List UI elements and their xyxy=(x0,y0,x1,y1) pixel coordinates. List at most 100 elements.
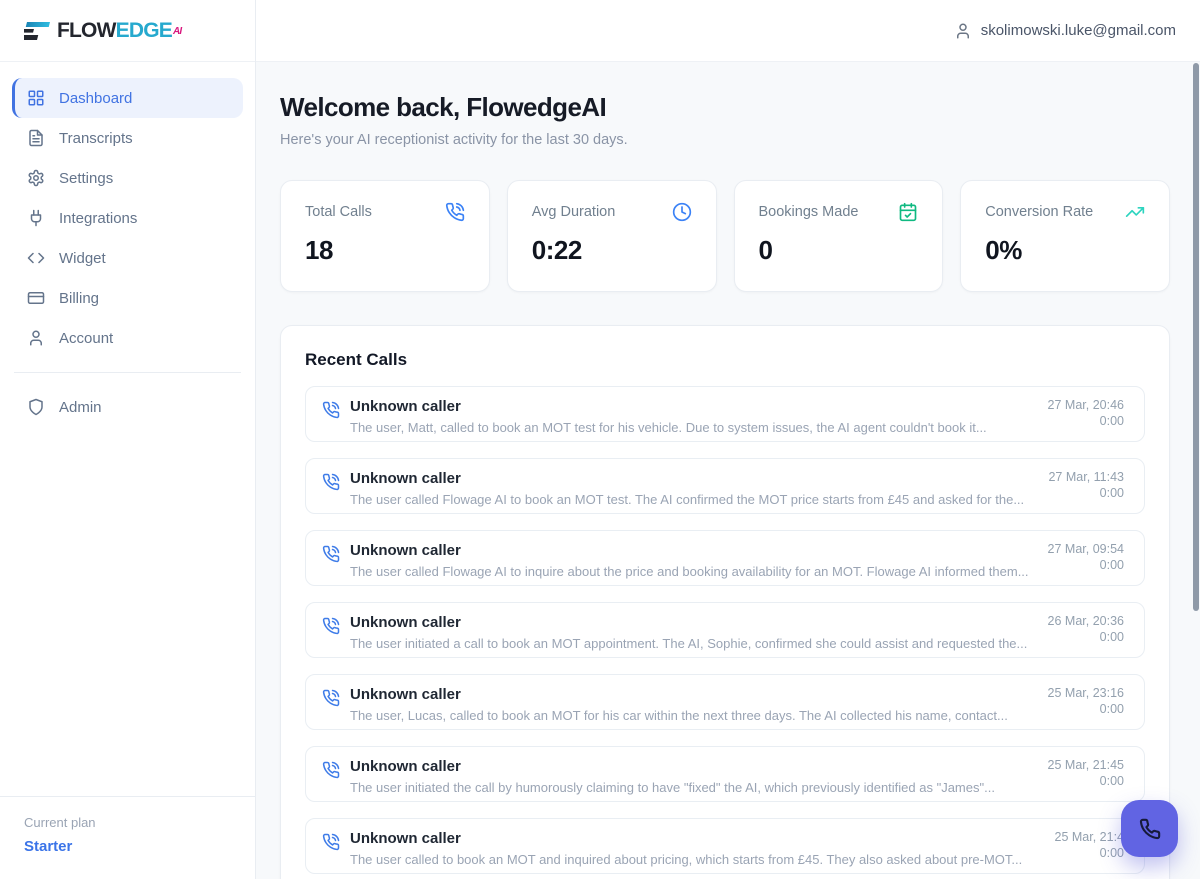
call-duration: 0:00 xyxy=(1099,414,1124,428)
main-content: Welcome back, FlowedgeAI Here's your AI … xyxy=(256,62,1200,879)
gear-icon xyxy=(27,169,45,187)
phone-call-icon xyxy=(322,401,340,419)
call-list-item[interactable]: Unknown caller The user, Lucas, called t… xyxy=(305,674,1145,730)
sidebar-item-label: Transcripts xyxy=(59,129,133,147)
call-list-item[interactable]: Unknown caller The user, Matt, called to… xyxy=(305,386,1145,442)
call-meta: 27 Mar, 20:46 0:00 xyxy=(1048,397,1124,429)
stat-value: 0% xyxy=(985,235,1022,265)
call-description: The user called Flowage AI to inquire ab… xyxy=(350,564,1029,579)
flowedge-logo-icon xyxy=(24,20,50,42)
phone-call-icon xyxy=(322,833,340,851)
call-duration: 0:00 xyxy=(1099,846,1124,860)
phone-call-icon xyxy=(322,545,340,563)
call-item-body: Unknown caller The user, Matt, called to… xyxy=(350,397,1032,435)
call-list-item[interactable]: Unknown caller The user called Flowage A… xyxy=(305,530,1145,586)
sidebar-item-label: Account xyxy=(59,329,114,347)
call-description: The user, Matt, called to book an MOT te… xyxy=(350,420,987,435)
call-list-item[interactable]: Unknown caller The user called Flowage A… xyxy=(305,458,1145,514)
call-date: 27 Mar, 20:46 xyxy=(1047,398,1124,412)
stat-label: Total Calls xyxy=(305,204,372,220)
vertical-scrollbar[interactable] xyxy=(1193,63,1199,611)
sidebar-item-label: Dashboard xyxy=(59,89,133,107)
clock-icon xyxy=(672,202,692,222)
stat-label: Bookings Made xyxy=(758,204,859,220)
stat-card-total-calls: Total Calls 18 xyxy=(280,180,490,292)
call-description: The user initiated a call to book an MOT… xyxy=(350,636,1028,651)
call-date: 25 Mar, 21:4 xyxy=(1054,830,1125,844)
flowedge-logo[interactable]: FLOW EDGE AI xyxy=(24,18,182,42)
call-date: 27 Mar, 09:54 xyxy=(1047,542,1124,556)
call-meta: 25 Mar, 21:4 0:00 xyxy=(1055,829,1125,861)
stat-card-avg-duration: Avg Duration 0:22 xyxy=(506,180,717,292)
current-plan-link[interactable]: Starter xyxy=(24,838,231,855)
dashboard-grid-icon xyxy=(27,89,45,107)
call-meta: 27 Mar, 11:43 0:00 xyxy=(1048,469,1124,501)
call-description: The user initiated the call by humorousl… xyxy=(350,780,995,795)
call-item-body: Unknown caller The user initiated the ca… xyxy=(350,757,1032,795)
page-title: Welcome back, FlowedgeAI xyxy=(280,92,607,122)
recent-calls-title: Recent Calls xyxy=(305,350,408,369)
sidebar-item-label: Widget xyxy=(59,249,106,267)
stat-label: Conversion Rate xyxy=(985,204,1094,220)
plan-section: Current plan Starter xyxy=(0,796,255,879)
call-meta: 26 Mar, 20:36 0:00 xyxy=(1048,613,1124,645)
logo-wordmark: FLOW EDGE AI xyxy=(57,18,182,42)
sidebar-item-label: Settings xyxy=(59,169,114,187)
phone-call-icon xyxy=(322,617,340,635)
recent-calls-card: Recent Calls Unknown caller The user, Ma… xyxy=(280,325,1170,879)
call-item-body: Unknown caller The user called Flowage A… xyxy=(350,469,1032,507)
call-fab-button[interactable] xyxy=(1121,800,1178,857)
stat-card-bookings-made: Bookings Made 0 xyxy=(733,180,944,292)
credit-card-icon xyxy=(27,289,45,307)
call-meta: 25 Mar, 21:45 0:00 xyxy=(1048,757,1124,789)
call-description: The user called Flowage AI to book an MO… xyxy=(350,492,1025,507)
sidebar-item-settings[interactable]: Settings xyxy=(12,158,243,198)
call-meta: 27 Mar, 09:54 0:00 xyxy=(1048,541,1124,573)
sidebar-divider xyxy=(14,372,241,373)
phone-call-icon xyxy=(322,761,340,779)
user-account-chip[interactable]: skolimowski.luke@gmail.com xyxy=(954,22,1176,40)
calendar-check-icon xyxy=(898,202,918,222)
logo-word-flow: FLOW xyxy=(57,18,116,42)
sidebar-item-transcripts[interactable]: Transcripts xyxy=(12,118,243,158)
call-list-item[interactable]: Unknown caller The user initiated a call… xyxy=(305,602,1145,658)
code-icon xyxy=(27,249,45,267)
call-list-item[interactable]: Unknown caller The user called to book a… xyxy=(305,818,1145,874)
phone-call-icon xyxy=(322,473,340,491)
user-icon xyxy=(954,22,972,40)
sidebar-item-account[interactable]: Account xyxy=(12,318,243,358)
call-item-body: Unknown caller The user called to book a… xyxy=(350,829,1039,867)
sidebar-item-label: Billing xyxy=(59,289,100,307)
stat-value: 0:22 xyxy=(531,235,583,265)
phone-call-icon xyxy=(445,202,465,222)
sidebar-item-billing[interactable]: Billing xyxy=(12,278,243,318)
call-date: 25 Mar, 23:16 xyxy=(1047,686,1124,700)
sidebar-item-integrations[interactable]: Integrations xyxy=(12,198,243,238)
call-title: Unknown caller xyxy=(350,398,461,415)
logo-word-ai: AI xyxy=(172,25,182,37)
stat-card-conversion-rate: Conversion Rate 0% xyxy=(960,180,1170,292)
call-date: 27 Mar, 11:43 xyxy=(1048,470,1124,484)
sidebar-item-widget[interactable]: Widget xyxy=(12,238,243,278)
call-duration: 0:00 xyxy=(1099,486,1124,500)
call-date: 26 Mar, 20:36 xyxy=(1047,614,1124,628)
call-title: Unknown caller xyxy=(350,542,461,559)
call-duration: 0:00 xyxy=(1099,774,1124,788)
call-list-item[interactable]: Unknown caller The user initiated the ca… xyxy=(305,746,1145,802)
user-email: skolimowski.luke@gmail.com xyxy=(980,22,1176,39)
plug-icon xyxy=(27,209,45,227)
call-description: The user, Lucas, called to book an MOT f… xyxy=(350,708,1008,723)
stat-value: 18 xyxy=(305,235,333,265)
sidebar-item-label: Admin xyxy=(59,398,102,416)
file-text-icon xyxy=(27,129,45,147)
call-title: Unknown caller xyxy=(350,614,461,631)
call-title: Unknown caller xyxy=(350,686,461,703)
page-subtitle: Here's your AI receptionist activity for… xyxy=(280,132,628,148)
call-item-body: Unknown caller The user called Flowage A… xyxy=(350,541,1032,579)
sidebar-nav: Dashboard Transcripts Settings Integrati… xyxy=(0,62,255,427)
stats-row: Total Calls 18 Avg Duration 0:22 Booking… xyxy=(280,180,1170,292)
shield-icon xyxy=(27,398,45,416)
sidebar-item-dashboard[interactable]: Dashboard xyxy=(12,78,243,118)
sidebar-item-admin[interactable]: Admin xyxy=(12,387,243,427)
stat-label: Avg Duration xyxy=(531,204,616,220)
